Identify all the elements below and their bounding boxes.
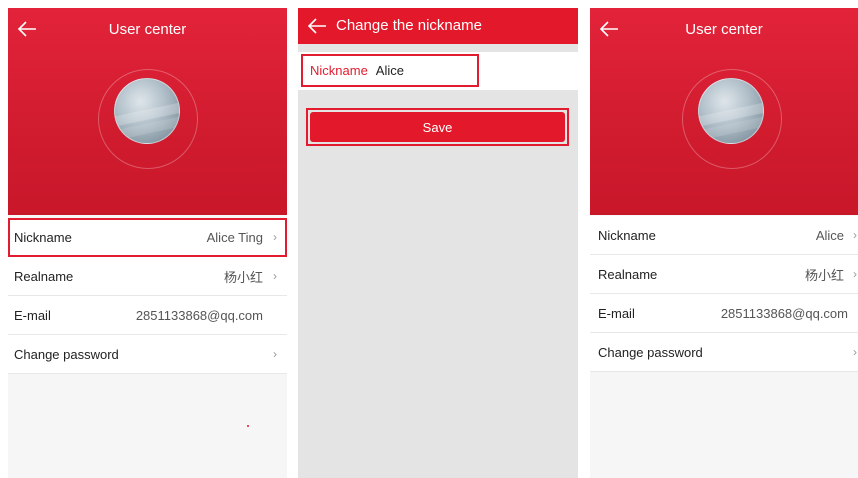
email-row: E-mail 2851133868@qq.com <box>590 294 858 333</box>
user-center-screen-before: User center Nickname Alice Ting › Realna… <box>8 8 287 478</box>
chevron-right-icon: › <box>853 267 857 281</box>
realname-value: 杨小红 <box>223 269 263 285</box>
chevron-right-icon: › <box>273 347 277 361</box>
profile-list: Nickname Alice › Realname 杨小红 › E-mail 2… <box>590 216 858 372</box>
chevron-right-icon: › <box>273 269 277 283</box>
change-password-label: Change password <box>598 344 703 360</box>
nickname-input-value: Alice <box>375 63 404 78</box>
chevron-right-icon: › <box>273 230 277 244</box>
nickname-input-label: Nickname <box>310 63 368 78</box>
nickname-label: Nickname <box>598 227 656 243</box>
chevron-right-icon: › <box>853 345 857 359</box>
nickname-value: Alice <box>815 227 844 243</box>
change-password-label: Change password <box>14 346 119 362</box>
page-title: Change the nickname <box>336 17 482 34</box>
save-button[interactable]: Save <box>310 112 565 142</box>
realname-label: Realname <box>598 266 658 282</box>
change-nickname-screen: Change the nickname Nickname Alice Save <box>298 8 578 478</box>
nickname-input-row: Nickname Alice <box>298 52 578 90</box>
email-value: 2851133868@qq.com <box>720 305 848 321</box>
user-center-screen-after: User center Nickname Alice › Realname 杨小… <box>590 8 858 478</box>
save-button-highlight: Save <box>306 108 569 146</box>
nickname-row[interactable]: Nickname Alice › <box>590 216 858 255</box>
decorative-dot <box>247 425 249 427</box>
email-value: 2851133868@qq.com <box>135 307 263 323</box>
email-row: E-mail 2851133868@qq.com <box>8 296 287 335</box>
chevron-right-icon: › <box>853 228 857 242</box>
profile-header: User center <box>590 8 858 215</box>
profile-list: Nickname Alice Ting › Realname 杨小红 › E-m… <box>8 218 287 374</box>
nickname-row[interactable]: Nickname Alice Ting › <box>8 218 287 257</box>
realname-row[interactable]: Realname 杨小红 › <box>590 255 858 294</box>
realname-value: 杨小红 <box>804 267 844 283</box>
page-title: User center <box>108 21 187 38</box>
profile-header: User center <box>8 8 287 215</box>
page-title: User center <box>685 21 763 38</box>
title-bar: Change the nickname <box>298 8 578 44</box>
nickname-input[interactable]: Nickname Alice <box>301 54 479 87</box>
email-label: E-mail <box>598 305 635 321</box>
nickname-label: Nickname <box>14 229 72 245</box>
realname-row[interactable]: Realname 杨小红 › <box>8 257 287 296</box>
back-arrow-icon[interactable] <box>307 17 327 35</box>
nickname-value: Alice Ting <box>206 229 263 245</box>
change-password-row[interactable]: Change password › <box>8 335 287 374</box>
email-label: E-mail <box>14 307 51 323</box>
realname-label: Realname <box>14 268 74 284</box>
change-password-row[interactable]: Change password › <box>590 333 858 372</box>
avatar[interactable] <box>698 78 764 144</box>
avatar[interactable] <box>114 78 180 144</box>
